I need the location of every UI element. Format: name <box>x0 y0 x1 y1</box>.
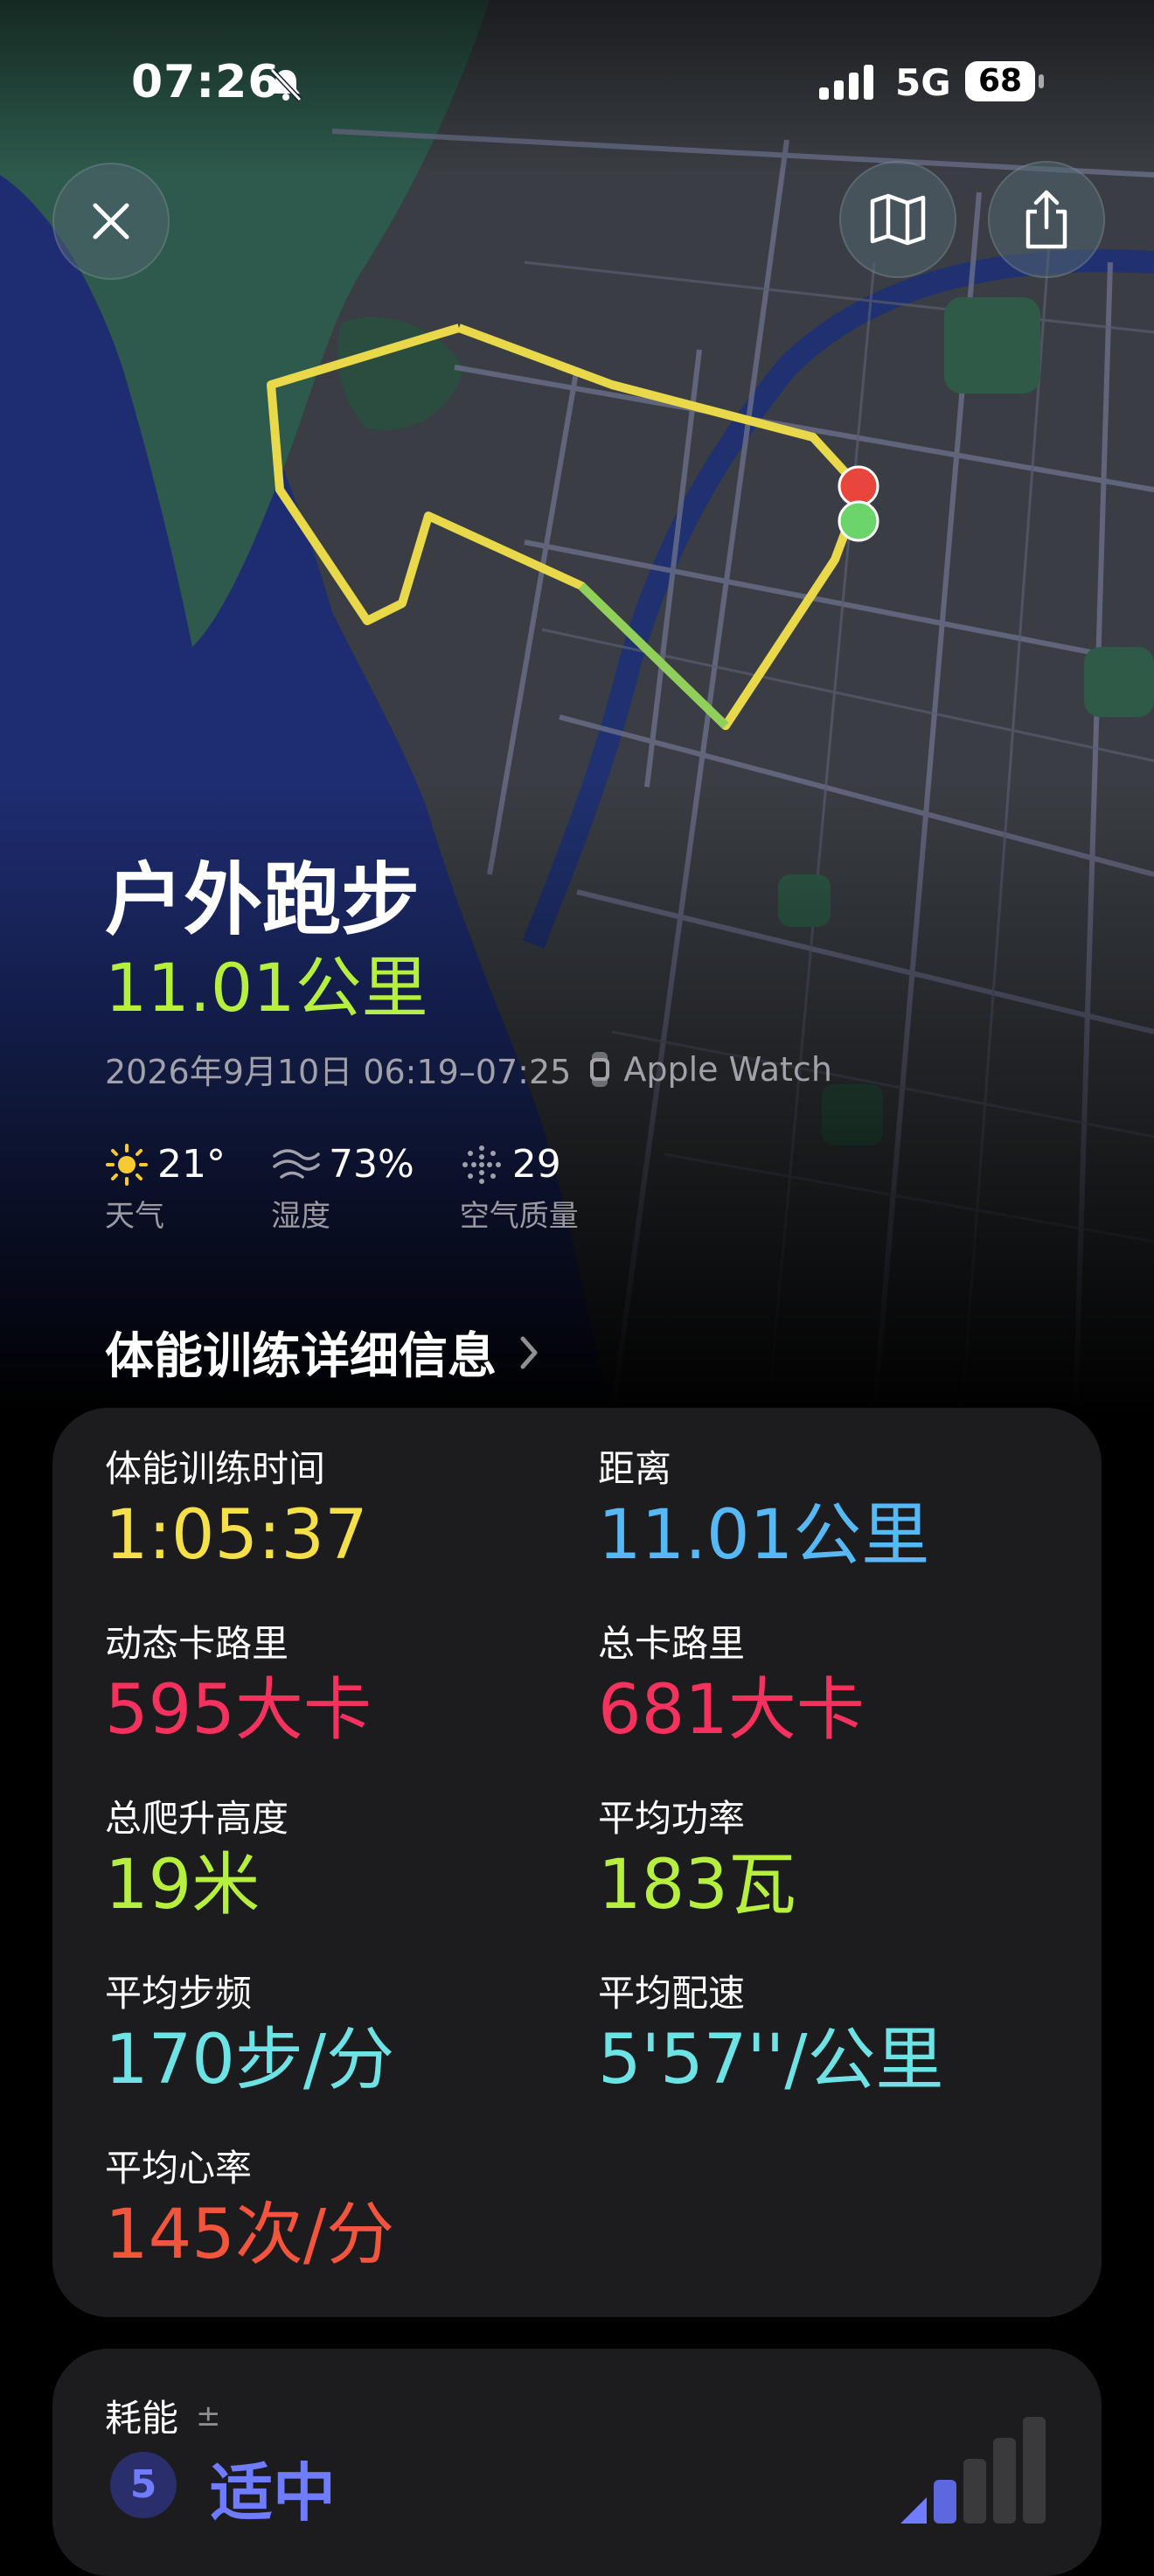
metric-avg-power: 平均功率 183瓦 <box>598 1794 796 1927</box>
watch-icon <box>590 1051 610 1087</box>
metric-label: 体能训练时间 <box>105 1447 326 1490</box>
conditions-row: 21° 天气 73% 湿度 29 空气质量 <box>105 1142 624 1235</box>
metric-label: 平均配速 <box>598 1972 746 2015</box>
air-quality-item: 29 空气质量 <box>460 1142 579 1235</box>
section-title: 体能训练详细信息 <box>105 1328 497 1385</box>
air-quality-icon <box>462 1145 501 1184</box>
map-view-button[interactable] <box>839 161 956 278</box>
battery-level: 68 <box>965 61 1035 101</box>
weather-item: 21° 天气 <box>105 1142 226 1235</box>
metric-workout-time: 体能训练时间 1:05:37 <box>105 1445 368 1577</box>
humidity-icon <box>273 1148 320 1179</box>
metric-label: 平均心率 <box>105 2147 253 2190</box>
weather-value: 21° <box>157 1142 226 1187</box>
status-bar: 07:26 5G 68 <box>0 52 1154 114</box>
metric-distance: 距离 11.01公里 <box>598 1445 929 1577</box>
metric-total-calories: 总卡路里 681大卡 <box>598 1619 865 1752</box>
share-icon <box>1025 190 1067 249</box>
workout-device: Apple Watch <box>623 1049 832 1089</box>
metric-value: 170步/分 <box>105 2021 395 2099</box>
close-button[interactable] <box>52 163 170 280</box>
humidity-item: 73% 湿度 <box>271 1142 414 1235</box>
battery-icon: 68 <box>965 61 1044 103</box>
workout-details-link[interactable]: 体能训练详细信息 <box>105 1317 540 1388</box>
network-type: 5G <box>895 61 951 104</box>
metric-label: 距离 <box>598 1447 672 1490</box>
air-quality-value: 29 <box>511 1142 561 1187</box>
workout-meta: 2026年9月10日 06:19–07:25 Apple Watch <box>105 1045 1067 1093</box>
workout-summary: 户外跑步 11.01公里 2026年9月10日 06:19–07:25 Appl… <box>105 853 1067 1093</box>
effort-title: 耗能 <box>105 2397 179 2440</box>
chevron-right-icon <box>520 1336 538 1368</box>
metric-value: 681大卡 <box>598 1671 865 1750</box>
sun-icon <box>106 1143 148 1186</box>
humidity-label: 湿度 <box>271 1199 330 1234</box>
workout-distance: 11.01公里 <box>105 949 428 1027</box>
metric-value: 11.01公里 <box>598 1496 930 1575</box>
metric-label: 平均功率 <box>598 1797 746 1840</box>
effort-bars-icon <box>900 2417 1046 2524</box>
effort-adjust-icon[interactable]: ± <box>196 2398 221 2433</box>
effort-label: 耗能 ± <box>105 2389 221 2442</box>
effort-level: 适中 <box>210 2456 337 2530</box>
metric-avg-pace: 平均配速 5'57''/公里 <box>598 1969 944 2102</box>
metric-label: 平均步频 <box>105 1972 253 2015</box>
metric-avg-cadence: 平均步频 170步/分 <box>105 1969 394 2102</box>
humidity-value: 73% <box>329 1142 414 1187</box>
workout-details-card: 体能训练时间 1:05:37 距离 11.01公里 动态卡路里 595大卡 总卡… <box>52 1408 1102 2317</box>
metric-label: 动态卡路里 <box>105 1622 289 1665</box>
workout-title: 户外跑步 <box>105 854 420 946</box>
status-time: 07:26 <box>131 56 281 108</box>
share-button[interactable] <box>988 161 1105 278</box>
effort-card[interactable]: 耗能 ± 5 适中 <box>52 2349 1102 2576</box>
close-icon <box>93 203 129 240</box>
metric-avg-heart-rate: 平均心率 145次/分 <box>105 2144 394 2277</box>
metric-elevation-gain: 总爬升高度 19米 <box>105 1794 288 1927</box>
metric-label: 总卡路里 <box>598 1622 746 1665</box>
air-quality-label: 空气质量 <box>459 1199 579 1234</box>
metric-label: 总爬升高度 <box>105 1797 289 1840</box>
metric-value: 5'57''/公里 <box>598 2021 944 2099</box>
metric-active-calories: 动态卡路里 595大卡 <box>105 1619 372 1752</box>
workout-date-time: 2026年9月10日 06:19–07:25 <box>105 1053 572 1091</box>
metric-value: 183瓦 <box>598 1846 796 1925</box>
metric-value: 145次/分 <box>105 2196 395 2274</box>
effort-score: 5 <box>110 2452 177 2518</box>
metric-value: 595大卡 <box>105 1671 372 1750</box>
cellular-signal-icon <box>819 65 873 100</box>
metric-value: 1:05:37 <box>105 1496 368 1575</box>
metric-value: 19米 <box>105 1846 261 1925</box>
weather-label: 天气 <box>105 1199 164 1234</box>
map-icon <box>870 193 926 246</box>
silent-bell-icon <box>269 67 302 102</box>
